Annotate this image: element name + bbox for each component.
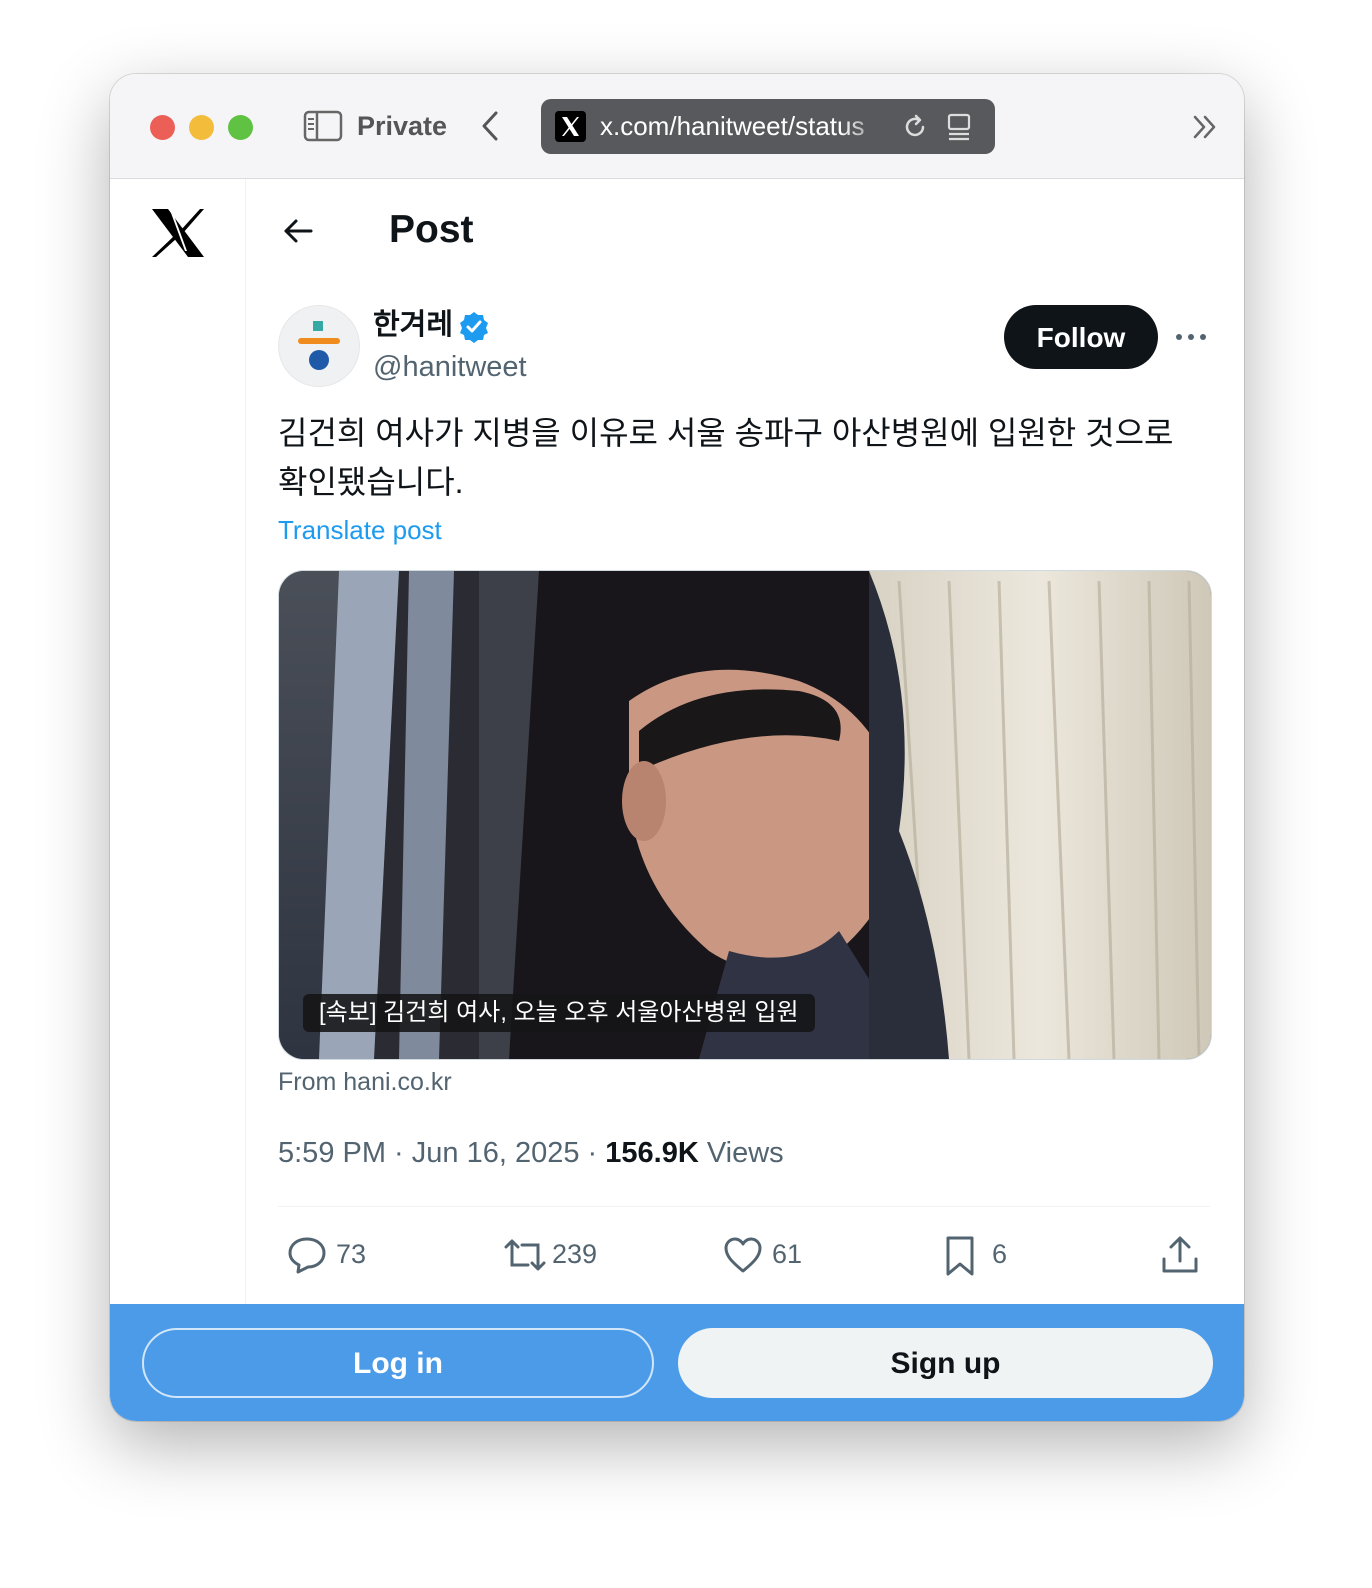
media-caption: [속보] 김건희 여사, 오늘 오후 서울아산병원 입원 xyxy=(303,994,815,1032)
x-favicon-icon xyxy=(555,111,586,142)
minimize-window-button[interactable] xyxy=(189,115,214,140)
post-text: 김건희 여사가 지병을 이유로 서울 송파구 아산병원에 입원한 것으로 확인됐… xyxy=(278,415,1174,500)
x-logo-icon[interactable] xyxy=(150,207,206,259)
left-navigation xyxy=(110,179,246,1304)
private-mode-label: Private xyxy=(357,111,448,141)
more-icon[interactable] xyxy=(1174,325,1208,349)
reply-icon xyxy=(288,1237,326,1274)
display-name[interactable]: 한겨레 xyxy=(373,307,453,343)
media-source-link[interactable]: From hani.co.kr xyxy=(278,1066,452,1098)
browser-toolbar: Private x.com/hanitweet/status xyxy=(110,74,1244,179)
signup-button[interactable]: Sign up xyxy=(678,1328,1213,1398)
reader-icon[interactable] xyxy=(945,112,973,142)
handle[interactable]: @hanitweet xyxy=(373,349,527,385)
avatar[interactable] xyxy=(278,305,360,387)
follow-button[interactable]: Follow xyxy=(1004,305,1158,369)
post-column: Post 한겨레 @hanitweet Follow 김건희 여사가 지병을 이… xyxy=(246,179,1244,1304)
back-chevron-icon[interactable] xyxy=(478,108,502,144)
reload-icon[interactable] xyxy=(901,113,929,141)
like-icon xyxy=(724,1237,762,1273)
sidebar-icon[interactable] xyxy=(303,110,343,142)
views-label: Views xyxy=(698,1137,784,1169)
browser-window: Private x.com/hanitweet/status Post 한겨레 … xyxy=(110,74,1244,1421)
back-arrow-icon[interactable] xyxy=(282,215,314,247)
overflow-chevron-icon[interactable] xyxy=(1190,112,1220,142)
post-metadata: 5:59 PM · Jun 16, 2025 · 156.9K Views xyxy=(278,1133,784,1173)
url-text[interactable]: x.com/hanitweet/status xyxy=(600,111,880,142)
verified-badge-icon xyxy=(460,312,488,343)
url-fade xyxy=(841,99,891,154)
repost-count: 239 xyxy=(552,1239,598,1269)
divider xyxy=(278,1206,1210,1207)
bookmark-count: 6 xyxy=(992,1239,1008,1269)
views-count: 156.9K xyxy=(605,1137,699,1169)
post-media-image[interactable]: [속보] 김건희 여사, 오늘 오후 서울아산병원 입원 xyxy=(278,570,1212,1060)
share-icon xyxy=(1162,1236,1198,1273)
address-bar[interactable]: x.com/hanitweet/status xyxy=(541,99,995,154)
reply-count: 73 xyxy=(336,1239,367,1269)
post-timestamp[interactable]: 5:59 PM · Jun 16, 2025 · xyxy=(278,1137,605,1169)
like-count: 61 xyxy=(772,1239,803,1269)
zoom-window-button[interactable] xyxy=(228,115,253,140)
login-button[interactable]: Log in xyxy=(142,1328,654,1398)
close-window-button[interactable] xyxy=(150,115,175,140)
page-title: Post xyxy=(389,208,474,251)
avatar-logo-icon xyxy=(298,321,340,370)
media-photo xyxy=(279,571,1211,1059)
repost-icon xyxy=(504,1239,546,1271)
bookmark-icon xyxy=(946,1236,974,1276)
translate-post-link[interactable]: Translate post xyxy=(278,513,442,547)
login-prompt-bar: Log in Sign up xyxy=(110,1304,1244,1421)
